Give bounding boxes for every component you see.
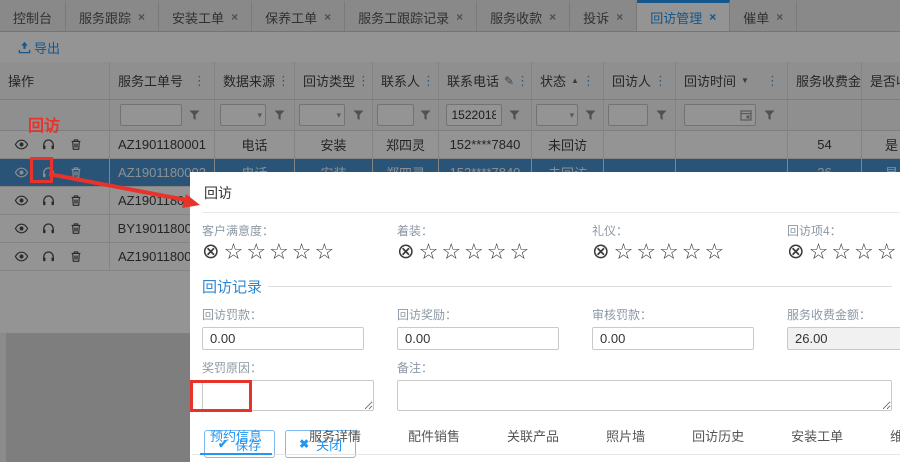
section-divider bbox=[268, 286, 892, 287]
clear-rating-icon[interactable]: ⊗ bbox=[787, 241, 805, 263]
annotation-highlight-save-button bbox=[190, 380, 252, 412]
detail-tab-install-order[interactable]: 安装工单 bbox=[781, 420, 853, 455]
visit-modal: 回访 客户满意度： ⊗ ☆☆☆☆☆ 着装： ⊗ ☆☆☆☆☆ 礼仪： ⊗ ☆☆☆☆☆ 回… bbox=[190, 172, 900, 462]
star-rating[interactable]: ☆☆☆☆☆ bbox=[809, 240, 900, 264]
annotation-callout-label: 回访 bbox=[28, 118, 61, 135]
service-fee-input bbox=[787, 327, 900, 350]
audit-penalty-input[interactable] bbox=[592, 327, 754, 350]
clear-rating-icon[interactable]: ⊗ bbox=[397, 241, 415, 263]
clear-rating-icon[interactable]: ⊗ bbox=[592, 241, 610, 263]
rating-label: 客户满意度： bbox=[202, 224, 275, 238]
field-service-fee: 服务收费金额： bbox=[787, 306, 900, 350]
star-rating[interactable]: ☆☆☆☆☆ bbox=[419, 240, 533, 264]
section-title: 回访记录 bbox=[202, 279, 263, 296]
detail-tab-parts-sales[interactable]: 配件销售 bbox=[398, 420, 470, 455]
rating-label: 礼仪： bbox=[592, 224, 629, 238]
field-audit-penalty: 审核罚款： bbox=[592, 306, 787, 350]
detail-tab-related-products[interactable]: 关联产品 bbox=[497, 420, 569, 455]
rating-row: 客户满意度： ⊗ ☆☆☆☆☆ 着装： ⊗ ☆☆☆☆☆ 礼仪： ⊗ ☆☆☆☆☆ 回访项4… bbox=[202, 222, 900, 264]
field-label: 备注： bbox=[397, 361, 434, 375]
field-label: 奖罚原因： bbox=[202, 361, 263, 375]
app-window: 控制台 服务跟踪 × 安装工单 × 保养工单 × 服务工跟踪记录 × 服务收款 × 投诉 ×… bbox=[0, 0, 900, 462]
clear-rating-icon[interactable]: ⊗ bbox=[202, 241, 220, 263]
annotation-highlight-visit-icon bbox=[30, 157, 53, 183]
field-visit-reward: 回访奖励： bbox=[397, 306, 592, 350]
visit-record-textareas: 奖罚原因： 备注： bbox=[202, 359, 900, 416]
visit-reward-input[interactable] bbox=[397, 327, 559, 350]
rating-etiquette: 礼仪： ⊗ ☆☆☆☆☆ bbox=[592, 222, 787, 264]
detail-tab-photo-wall[interactable]: 照片墙 bbox=[596, 420, 655, 455]
field-visit-penalty: 回访罚款： bbox=[202, 306, 397, 350]
rating-item4: 回访项4： ⊗☆☆☆☆☆ bbox=[787, 222, 900, 264]
field-label: 回访罚款： bbox=[202, 308, 263, 322]
detail-tab-visit-history[interactable]: 回访历史 bbox=[682, 420, 754, 455]
star-rating[interactable]: ☆☆☆☆☆ bbox=[614, 240, 728, 264]
visit-record-fields: 回访罚款： 回访奖励： 审核罚款： 服务收费金额： bbox=[202, 306, 900, 350]
detail-tab-appointment-info[interactable]: 预约信息 bbox=[200, 420, 273, 455]
star-rating[interactable]: ☆☆☆☆☆ bbox=[224, 240, 338, 264]
rating-label: 回访项4： bbox=[787, 224, 842, 238]
rating-label: 着装： bbox=[397, 224, 434, 238]
detail-tab-service-details[interactable]: 服务详情 bbox=[299, 420, 371, 455]
detail-tab-repair-order[interactable]: 维修工单 bbox=[880, 420, 900, 455]
visit-penalty-input[interactable] bbox=[202, 327, 364, 350]
field-remark: 备注： bbox=[397, 359, 892, 416]
detail-tabbar: 预约信息 服务详情 配件销售 关联产品 照片墙 回访历史 安装工单 维修工单 状… bbox=[192, 420, 900, 455]
modal-title: 回访 bbox=[202, 172, 900, 213]
field-label: 服务收费金额： bbox=[787, 308, 872, 322]
remark-textarea[interactable] bbox=[397, 380, 892, 411]
rating-attire: 着装： ⊗ ☆☆☆☆☆ bbox=[397, 222, 592, 264]
field-label: 审核罚款： bbox=[592, 308, 653, 322]
field-label: 回访奖励： bbox=[397, 308, 458, 322]
rating-customer-satisfaction: 客户满意度： ⊗ ☆☆☆☆☆ bbox=[202, 222, 397, 264]
visit-record-section-header: 回访记录 bbox=[202, 276, 892, 297]
